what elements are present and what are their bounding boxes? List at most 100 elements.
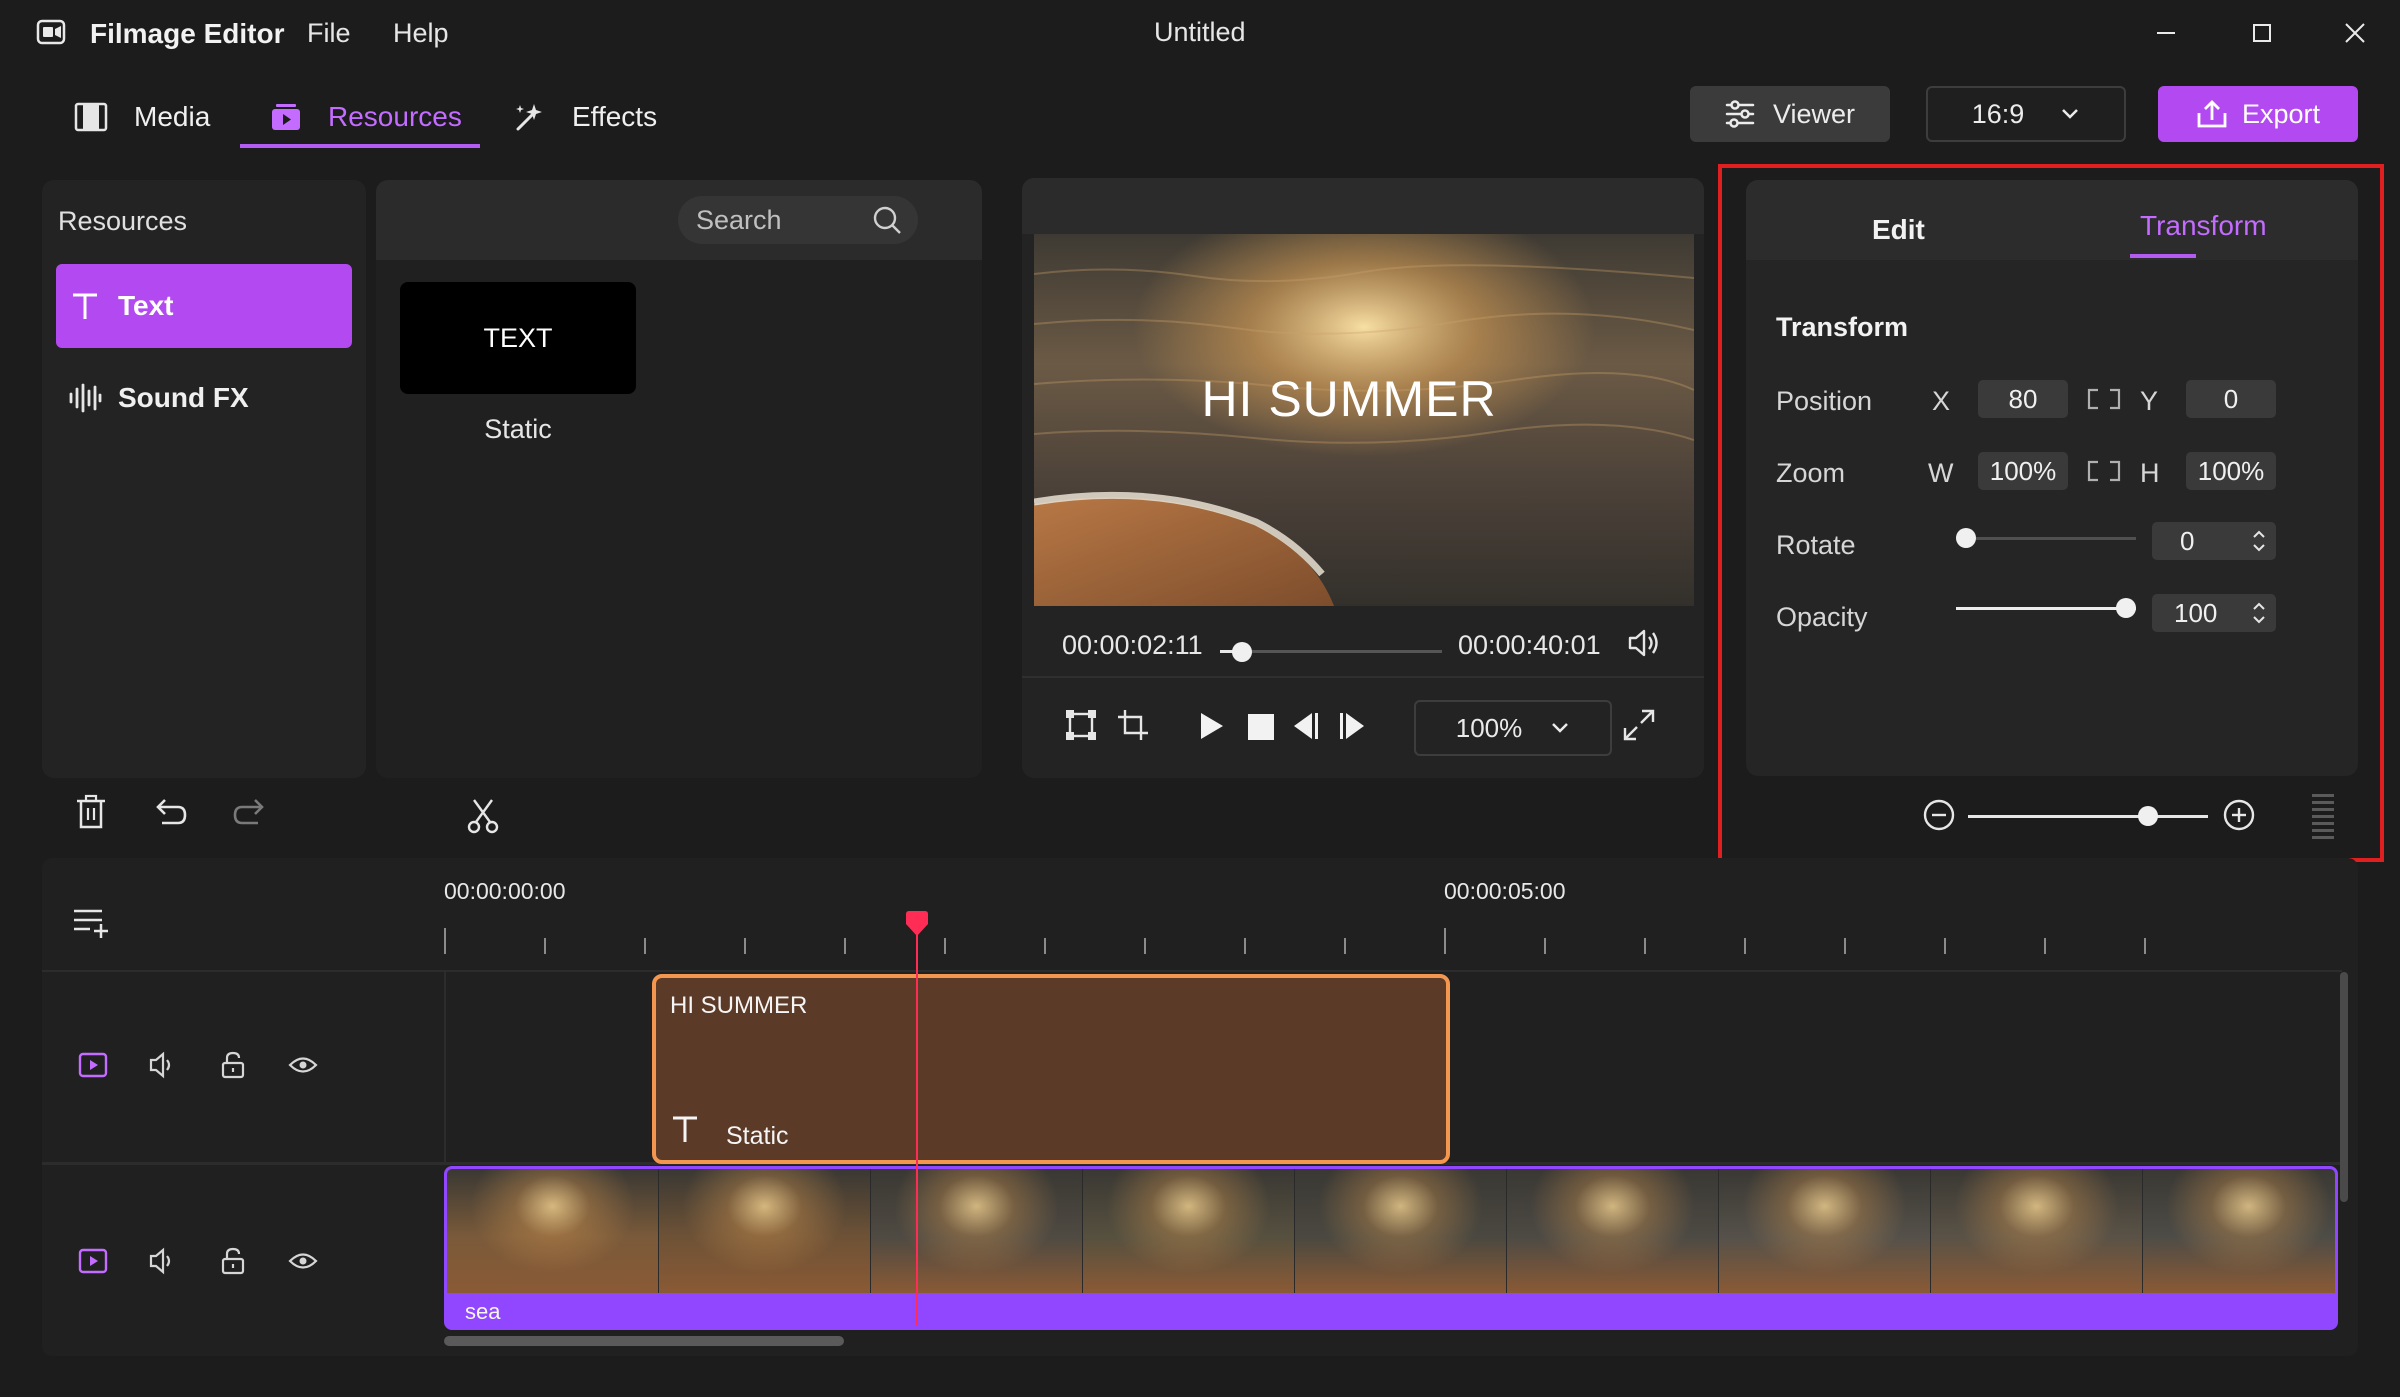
zoom-w-input[interactable]: 100% xyxy=(1978,452,2068,490)
maximize-button[interactable] xyxy=(2214,0,2310,66)
filmstrip-frame xyxy=(2143,1169,2335,1293)
menu-file[interactable]: File xyxy=(307,18,351,49)
track-audio-icon[interactable] xyxy=(148,1246,178,1276)
next-frame-icon[interactable] xyxy=(1338,710,1368,742)
ruler-tick xyxy=(744,938,746,954)
time-ruler[interactable] xyxy=(444,928,2244,954)
time-mark-5s: 00:00:05:00 xyxy=(1444,878,1566,904)
track-eye-icon[interactable] xyxy=(288,1250,318,1272)
stop-icon[interactable] xyxy=(1248,714,1274,740)
opacity-slider[interactable] xyxy=(1956,598,2136,618)
close-button[interactable] xyxy=(2310,0,2400,66)
resources-play-icon xyxy=(270,102,302,132)
text-clip[interactable]: HI SUMMER Static xyxy=(652,974,1450,1164)
magic-wand-icon xyxy=(512,101,546,133)
rotate-stepper[interactable]: 0 xyxy=(2152,522,2276,560)
track-eye-icon[interactable] xyxy=(288,1054,318,1076)
rotate-slider-handle[interactable] xyxy=(1956,528,1976,548)
ruler-tick xyxy=(2144,938,2146,954)
video-clip-filmstrip xyxy=(447,1169,2335,1293)
app-logo-icon xyxy=(36,18,68,48)
search-input[interactable]: Search xyxy=(678,196,918,244)
tab-media[interactable]: Media xyxy=(74,86,210,148)
text-t-icon xyxy=(70,291,100,321)
undo-icon[interactable] xyxy=(152,796,188,828)
preview-progress-slider[interactable] xyxy=(1220,642,1442,662)
tab-resources[interactable]: Resources xyxy=(240,86,480,148)
ruler-tick xyxy=(1144,938,1146,954)
add-track-icon[interactable] xyxy=(72,906,110,940)
timeline-horizontal-scrollbar[interactable] xyxy=(444,1336,844,1346)
stepper-arrows-icon[interactable] xyxy=(2252,600,2266,626)
ruler-tick xyxy=(1044,938,1046,954)
playhead-marker-icon[interactable] xyxy=(904,910,930,938)
fit-frame-icon[interactable] xyxy=(1064,708,1098,742)
text-t-icon xyxy=(670,1114,700,1144)
ruler-tick xyxy=(644,938,646,954)
sidebar-item-label: Sound FX xyxy=(118,382,249,413)
active-tab-underline xyxy=(240,144,480,148)
zoom-out-icon[interactable] xyxy=(1922,798,1956,832)
opacity-stepper[interactable]: 100 xyxy=(2152,594,2276,632)
minimize-button[interactable] xyxy=(2118,0,2214,66)
resize-grip-icon[interactable] xyxy=(2310,792,2336,842)
track-visible-icon[interactable] xyxy=(78,1248,108,1274)
opacity-slider-handle[interactable] xyxy=(2116,598,2136,618)
position-y-value: 0 xyxy=(2223,383,2239,414)
filmstrip-frame xyxy=(871,1169,1083,1293)
stepper-arrows-icon[interactable] xyxy=(2252,528,2266,554)
app-name: Filmage Editor xyxy=(90,18,285,49)
sidebar-item-sound-fx[interactable]: Sound FX xyxy=(56,358,352,438)
video-clip[interactable]: sea xyxy=(444,1166,2338,1330)
link-ratio-icon[interactable] xyxy=(2086,458,2122,484)
template-label: Static xyxy=(484,414,552,444)
previous-frame-icon[interactable] xyxy=(1290,710,1320,742)
search-icon xyxy=(872,205,902,235)
chevron-down-icon xyxy=(2060,107,2080,121)
redo-icon[interactable] xyxy=(232,796,268,828)
ruler-tick xyxy=(544,938,546,954)
delete-trash-icon[interactable] xyxy=(74,794,108,830)
track-visible-icon[interactable] xyxy=(78,1052,108,1078)
tab-transform[interactable]: Transform xyxy=(2140,210,2267,242)
crop-icon[interactable] xyxy=(1116,708,1150,742)
ruler-tick xyxy=(1344,938,1346,954)
export-button[interactable]: Export xyxy=(2158,86,2358,142)
track-lock-icon[interactable] xyxy=(220,1050,246,1080)
track-separator xyxy=(42,970,2342,972)
filmstrip-frame xyxy=(1083,1169,1295,1293)
video-preview[interactable]: HI SUMMER xyxy=(1034,234,1694,606)
link-ratio-icon[interactable] xyxy=(2086,386,2122,412)
export-button-label: Export xyxy=(2241,98,2321,129)
title-bar: Filmage Editor File Help Untitled xyxy=(0,0,2400,66)
text-template-thumbnail[interactable]: TEXT xyxy=(400,282,636,394)
track-lock-icon[interactable] xyxy=(220,1246,246,1276)
ruler-tick xyxy=(1744,938,1746,954)
play-icon[interactable] xyxy=(1196,710,1226,742)
zoom-h-input[interactable]: 100% xyxy=(2186,452,2276,490)
progress-handle[interactable] xyxy=(1232,642,1252,662)
active-tab-underline xyxy=(2130,254,2196,258)
aspect-ratio-select[interactable]: 16:9 xyxy=(1926,86,2126,142)
viewer-button-label: Viewer xyxy=(1772,98,1856,129)
position-y-input[interactable]: 0 xyxy=(2186,380,2276,418)
menu-help[interactable]: Help xyxy=(393,18,449,49)
viewer-button[interactable]: Viewer xyxy=(1690,86,1890,142)
tab-effects-label: Effects xyxy=(572,101,658,132)
sidebar-item-text[interactable]: Text xyxy=(56,264,352,348)
preview-zoom-select[interactable]: 100% xyxy=(1414,700,1612,756)
zoom-in-icon[interactable] xyxy=(2222,798,2256,832)
fullscreen-icon[interactable] xyxy=(1622,708,1656,742)
tab-effects[interactable]: Effects xyxy=(512,86,657,148)
track-header-divider xyxy=(444,972,446,1162)
timeline-vertical-scrollbar[interactable] xyxy=(2340,972,2348,1202)
timeline-zoom-handle[interactable] xyxy=(2138,806,2158,826)
position-x-input[interactable]: 80 xyxy=(1978,380,2068,418)
tab-edit[interactable]: Edit xyxy=(1872,214,1925,246)
rotate-slider[interactable] xyxy=(1956,528,2136,548)
volume-icon[interactable] xyxy=(1626,626,1662,660)
preview-overlay-text[interactable]: HI SUMMER xyxy=(1034,370,1664,428)
scissors-split-icon[interactable] xyxy=(466,798,500,834)
timeline-zoom-slider[interactable] xyxy=(1968,806,2208,826)
track-audio-icon[interactable] xyxy=(148,1050,178,1080)
